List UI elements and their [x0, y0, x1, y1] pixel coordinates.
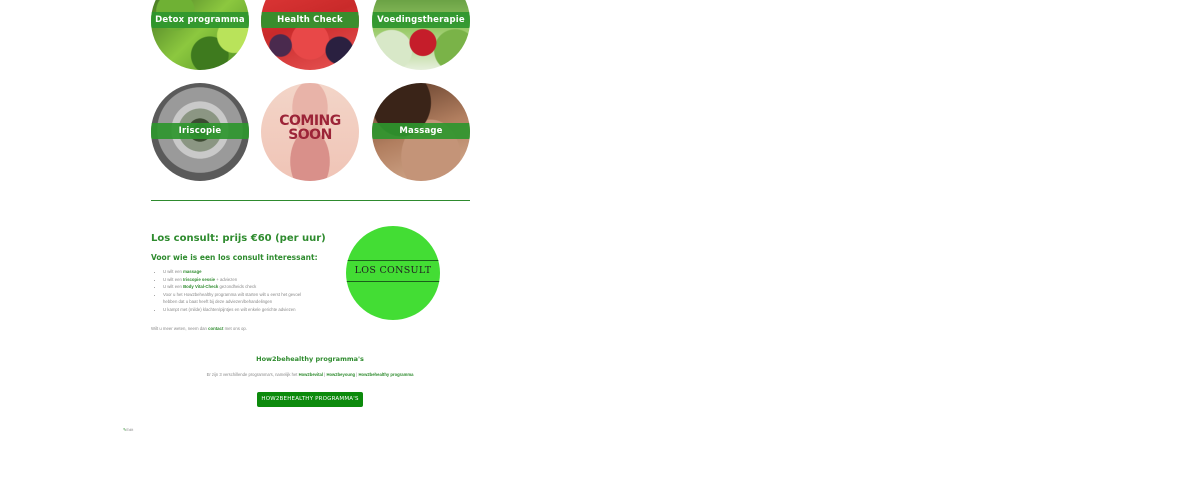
programs-subtitle: Er zijn 3 verschillende programma's, nam…	[206, 372, 414, 377]
consult-heading: Los consult: prijs €60 (per uur)	[151, 233, 326, 244]
program-label-massage: Massage	[372, 123, 470, 139]
program-card-coming-soon[interactable]: COMING SOON	[261, 83, 359, 181]
edit-link[interactable]: ✎Edit	[123, 427, 133, 432]
program-card-detox[interactable]: Detox programma	[151, 0, 249, 70]
list-item: U kampt met (milde) klachten/pijntjes en…	[163, 306, 313, 314]
program-label-health-check: Health Check	[261, 12, 359, 28]
badge-line-top	[346, 260, 440, 261]
los-consult-badge-text: LOS CONSULT	[354, 265, 432, 276]
programs-heading: How2behealthy programma's	[256, 355, 364, 363]
list-item: U wilt een Iriscopie sessie + adviezen	[163, 276, 313, 284]
contact-link[interactable]: contact	[208, 326, 223, 331]
program-label-iriscopie: Iriscopie	[151, 123, 249, 139]
program-label-detox: Detox programma	[151, 12, 249, 28]
contact-note: Wilt u meer weten, neem dan contact met …	[151, 326, 248, 331]
list-item: Voor u het How2behealthy programma wilt …	[163, 291, 313, 306]
coming-soon-label: COMING SOON	[279, 113, 341, 143]
program-card-voedingstherapie[interactable]: Voedingstherapie	[372, 0, 470, 70]
section-divider	[151, 200, 470, 201]
program-card-massage[interactable]: Massage	[372, 83, 470, 181]
program-card-iriscopie[interactable]: Iriscopie	[151, 83, 249, 181]
los-consult-badge: LOS CONSULT	[346, 226, 440, 320]
program-card-health-check[interactable]: Health Check	[261, 0, 359, 70]
badge-line-bottom	[346, 281, 440, 282]
consult-subheading: Voor wie is een los consult interessant:	[151, 253, 318, 262]
link-how2beyoung[interactable]: How2beyoung	[326, 372, 355, 377]
program-label-voedingstherapie: Voedingstherapie	[372, 12, 470, 28]
list-item: U wilt een massage	[163, 268, 313, 276]
consult-reasons-list: U wilt een massage U wilt een Iriscopie …	[155, 268, 313, 314]
link-how2behealthy[interactable]: How2behealthy programma	[359, 372, 414, 377]
programs-button[interactable]: HOW2BEHEALTHY PROGRAMMA'S	[257, 392, 363, 407]
list-item: U wilt een Body Vital-Check gezondheids …	[163, 283, 313, 291]
link-how2bevital[interactable]: How2bevital	[299, 372, 323, 377]
